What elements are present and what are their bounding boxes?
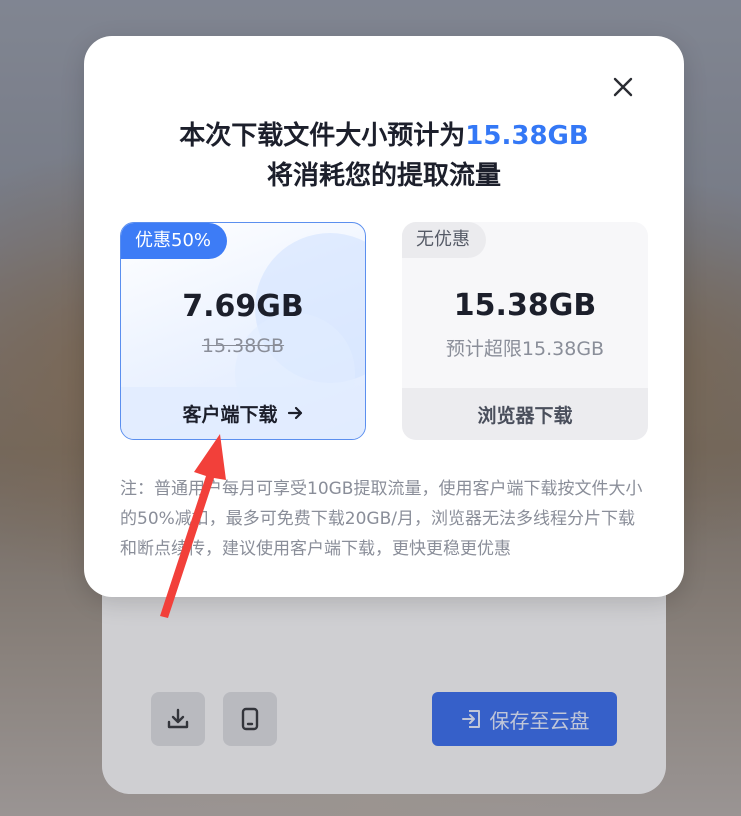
discount-badge: 优惠50% [121,223,228,259]
client-original-size: 15.38GB [201,335,285,357]
browser-download-button[interactable]: 浏览器下载 [402,388,648,440]
title-prefix: 本次下载文件大小预计为 [179,121,466,151]
close-icon [613,77,633,97]
download-icon [167,708,189,729]
browser-download-card[interactable]: 无优惠 15.38GB 预计超限15.38GB 浏览器下载 [402,222,648,440]
client-download-button[interactable]: 客户端下载 [121,387,365,439]
title-file-size: 15.38GB [465,121,589,151]
modal-title: 本次下载文件大小预计为15.38GB 将消耗您的提取流量 [84,116,684,196]
tablet-icon [241,707,259,731]
footnote: 注：普通用户每月可享受10GB提取流量，使用客户端下载按文件大小的50%减扣，最… [120,479,643,559]
no-discount-badge: 无优惠 [402,222,486,258]
save-to-cloud-button[interactable]: 保存至云盘 [432,692,617,746]
arrow-right-icon [287,406,302,420]
close-button[interactable] [610,74,636,100]
client-download-size: 7.69GB [182,289,304,324]
save-to-cloud-label: 保存至云盘 [489,708,590,733]
download-size-modal: 本次下载文件大小预计为15.38GB 将消耗您的提取流量 优惠50% 7.69G… [84,36,684,597]
client-download-label: 客户端下载 [182,403,278,426]
download-button[interactable] [151,692,205,746]
browser-overlimit-note: 预计超限15.38GB [445,338,605,360]
browser-download-label: 浏览器下载 [477,404,573,427]
save-to-cloud-icon [461,710,480,728]
client-download-card[interactable]: 优惠50% 7.69GB 15.38GB 客户端下载 [120,222,366,440]
browser-download-size: 15.38GB [453,288,597,323]
title-line2: 将消耗您的提取流量 [266,161,501,191]
tablet-button[interactable] [223,692,277,746]
